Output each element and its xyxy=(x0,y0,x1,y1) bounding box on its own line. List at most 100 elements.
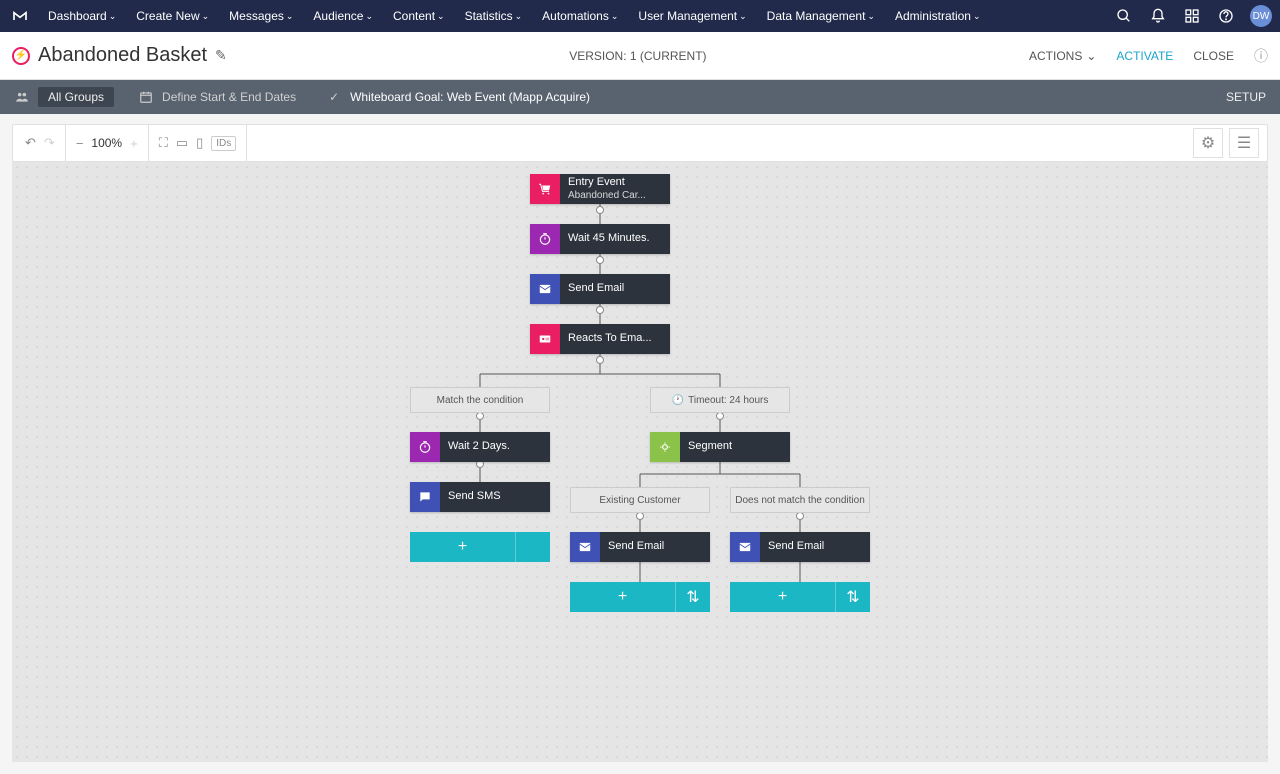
align-button[interactable]: ▯ xyxy=(196,135,203,151)
redo-button[interactable]: ↷ xyxy=(44,135,55,151)
page-title: Abandoned Basket xyxy=(38,44,207,67)
condition-timeout[interactable]: 🕐 Timeout: 24 hours xyxy=(650,387,790,413)
node-wait-45[interactable]: Wait 45 Minutes. xyxy=(530,224,670,254)
node-label: Send Email xyxy=(568,282,662,295)
calendar-icon xyxy=(136,90,156,104)
chevron-down-icon: ⌄ xyxy=(202,11,210,22)
zoom-level: 100% xyxy=(91,136,122,150)
chevron-down-icon: ⌄ xyxy=(109,11,117,22)
undo-button[interactable]: ↶ xyxy=(25,135,36,151)
flow-canvas[interactable]: Entry EventAbandoned Car... Wait 45 Minu… xyxy=(12,162,1268,762)
node-reacts-email[interactable]: Reacts To Ema... xyxy=(530,324,670,354)
node-label: Send Email xyxy=(768,540,862,553)
plus-icon[interactable]: + xyxy=(570,582,675,612)
chevron-down-icon: ⌄ xyxy=(739,11,747,22)
condition-existing-customer[interactable]: Existing Customer xyxy=(570,487,710,513)
split-icon[interactable]: ⇅ xyxy=(675,582,710,612)
search-icon[interactable] xyxy=(1114,6,1134,26)
ids-toggle[interactable]: IDs xyxy=(211,136,236,151)
node-label: Entry Event xyxy=(568,176,662,189)
info-icon[interactable]: ⓘ xyxy=(1254,46,1268,66)
activate-button[interactable]: ACTIVATE xyxy=(1116,49,1173,63)
split-icon[interactable]: ⇅ xyxy=(835,582,870,612)
node-send-email-1[interactable]: Send Email xyxy=(530,274,670,304)
actions-button[interactable]: ACTIONS ⌄ xyxy=(1029,49,1096,63)
page-header: ⚡ Abandoned Basket ✎ VERSION: 1 (CURRENT… xyxy=(0,32,1280,80)
email-icon xyxy=(570,532,600,562)
apps-icon[interactable] xyxy=(1182,6,1202,26)
add-step-right[interactable]: + ⇅ xyxy=(730,582,870,612)
node-label: Reacts To Ema... xyxy=(568,332,662,345)
top-nav: Dashboard⌄ Create New⌄ Messages⌄ Audienc… xyxy=(0,0,1280,32)
canvas-toolbar: ↶ ↷ − 100% + ⛶ ▭ ▯ IDs ⚙ ☰ xyxy=(12,124,1268,162)
chevron-down-icon: ⌄ xyxy=(515,11,523,22)
node-label: Segment xyxy=(688,440,782,453)
bell-icon[interactable] xyxy=(1148,6,1168,26)
avatar[interactable]: DW xyxy=(1250,5,1272,27)
version-label: VERSION: 1 (CURRENT) xyxy=(247,49,1029,63)
nav-user-management[interactable]: User Management⌄ xyxy=(630,5,754,27)
node-segment[interactable]: Segment xyxy=(650,432,790,462)
groups-selector[interactable]: All Groups xyxy=(0,80,124,114)
settings-icon[interactable]: ⚙ xyxy=(1193,128,1223,158)
node-entry-event[interactable]: Entry EventAbandoned Car... xyxy=(530,174,670,204)
condition-no-match[interactable]: Does not match the condition xyxy=(730,487,870,513)
timer-icon xyxy=(530,224,560,254)
close-button[interactable]: CLOSE xyxy=(1193,49,1234,63)
node-wait-2-days[interactable]: Wait 2 Days. xyxy=(410,432,550,462)
segment-icon xyxy=(650,432,680,462)
group-icon xyxy=(12,90,32,104)
node-sublabel: Abandoned Car... xyxy=(568,190,662,202)
clock-icon: 🕐 xyxy=(672,395,684,406)
chevron-down-icon: ⌄ xyxy=(611,11,619,22)
chevron-down-icon: ⌄ xyxy=(1086,49,1096,63)
node-label: Wait 45 Minutes. xyxy=(568,232,662,245)
email-icon xyxy=(730,532,760,562)
logo[interactable] xyxy=(8,4,32,28)
sms-icon xyxy=(410,482,440,512)
nav-data-management[interactable]: Data Management⌄ xyxy=(759,5,883,27)
node-label: Wait 2 Days. xyxy=(448,440,542,453)
nav-administration[interactable]: Administration⌄ xyxy=(887,5,989,27)
nav-statistics[interactable]: Statistics⌄ xyxy=(457,5,531,27)
node-send-sms[interactable]: Send SMS xyxy=(410,482,550,512)
nav-audience[interactable]: Audience⌄ xyxy=(305,5,381,27)
help-icon[interactable] xyxy=(1216,6,1236,26)
timer-icon xyxy=(410,432,440,462)
check-icon: ✓ xyxy=(324,90,344,104)
nav-messages[interactable]: Messages⌄ xyxy=(221,5,301,27)
zoom-out-button[interactable]: − xyxy=(76,136,84,151)
plus-icon[interactable]: + xyxy=(410,532,515,562)
email-icon xyxy=(530,274,560,304)
add-step-left[interactable]: + xyxy=(410,532,550,562)
chevron-down-icon: ⌄ xyxy=(867,11,875,22)
chevron-down-icon: ⌄ xyxy=(286,11,294,22)
goal-display[interactable]: ✓ Whiteboard Goal: Web Event (Mapp Acqui… xyxy=(312,80,590,114)
list-icon[interactable]: ☰ xyxy=(1229,128,1259,158)
add-step-mid[interactable]: + ⇅ xyxy=(570,582,710,612)
node-send-email-2[interactable]: Send Email xyxy=(570,532,710,562)
split-icon[interactable] xyxy=(515,532,550,562)
node-label: Send Email xyxy=(608,540,702,553)
subbar: All Groups Define Start & End Dates ✓ Wh… xyxy=(0,80,1280,114)
zoom-in-button[interactable]: + xyxy=(130,136,138,151)
fit-button[interactable]: ⛶ xyxy=(159,135,168,151)
condition-match[interactable]: Match the condition xyxy=(410,387,550,413)
nav-create-new[interactable]: Create New⌄ xyxy=(128,5,217,27)
nav-content[interactable]: Content⌄ xyxy=(385,5,453,27)
view-button[interactable]: ▭ xyxy=(176,135,188,151)
setup-button[interactable]: SETUP xyxy=(1212,80,1280,114)
dates-selector[interactable]: Define Start & End Dates xyxy=(124,80,296,114)
node-label: Send SMS xyxy=(448,490,542,503)
cart-icon xyxy=(530,174,560,204)
plus-icon[interactable]: + xyxy=(730,582,835,612)
chevron-down-icon: ⌄ xyxy=(437,11,445,22)
chevron-down-icon: ⌄ xyxy=(365,11,373,22)
chevron-down-icon: ⌄ xyxy=(973,11,981,22)
edit-title-icon[interactable]: ✎ xyxy=(215,47,227,64)
id-icon xyxy=(530,324,560,354)
flow-icon: ⚡ xyxy=(12,47,30,65)
node-send-email-3[interactable]: Send Email xyxy=(730,532,870,562)
nav-dashboard[interactable]: Dashboard⌄ xyxy=(40,5,124,27)
nav-automations[interactable]: Automations⌄ xyxy=(534,5,626,27)
